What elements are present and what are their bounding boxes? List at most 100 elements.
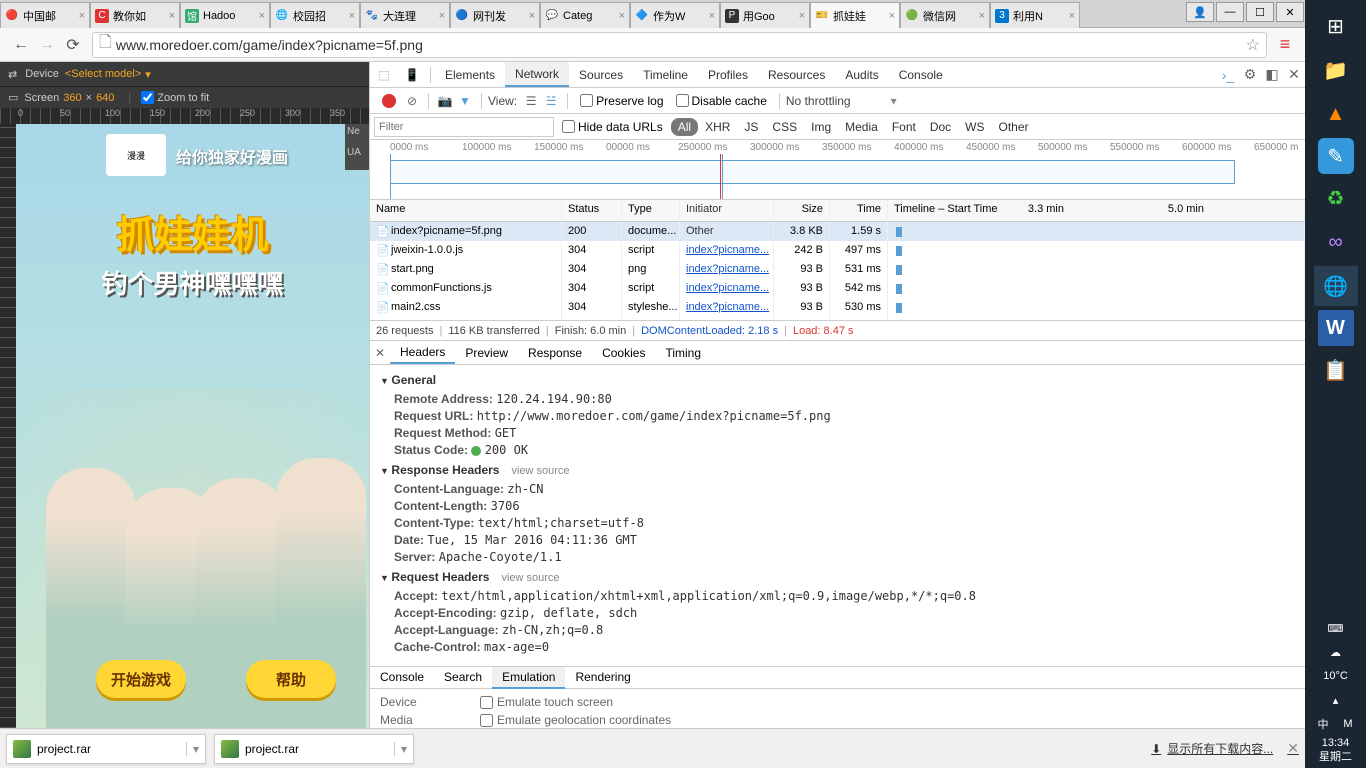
console-shortcut-icon[interactable]: ›_ <box>1217 64 1239 86</box>
close-button[interactable]: ✕ <box>1276 2 1304 22</box>
throttle-select[interactable]: No throttling <box>786 94 851 108</box>
filter-type-img[interactable]: Img <box>804 118 838 136</box>
devtools-tab-resources[interactable]: Resources <box>758 62 835 87</box>
timeline-overview[interactable]: 0000 ms100000 ms150000 ms00000 ms250000 … <box>370 140 1305 200</box>
show-all-downloads[interactable]: ⬇ 显示所有下载内容... ✕ <box>1151 740 1299 757</box>
filter-type-js[interactable]: JS <box>737 118 765 136</box>
wps-icon[interactable]: W <box>1318 310 1354 346</box>
hide-data-urls-checkbox[interactable]: Hide data URLs <box>562 120 663 134</box>
url-field[interactable]: 🗋 www.moredoer.com/game/index?picname=5f… <box>92 32 1267 58</box>
devtools-tab-profiles[interactable]: Profiles <box>698 62 758 87</box>
drawer-tab-rendering[interactable]: Rendering <box>565 667 640 688</box>
download-bar-close-icon[interactable]: ✕ <box>1287 740 1299 757</box>
dock-icon[interactable]: ◧ <box>1261 64 1283 86</box>
network-row[interactable]: 📄main2.css304styleshe...index?picname...… <box>370 298 1305 317</box>
browser-tab[interactable]: 🔷作为W× <box>630 2 720 28</box>
request-tab-timing[interactable]: Timing <box>655 341 711 364</box>
reload-button[interactable]: ⟳ <box>60 32 86 58</box>
drawer-tab-search[interactable]: Search <box>434 667 492 688</box>
swap-icon[interactable]: ⇄ <box>8 68 17 81</box>
filter-type-css[interactable]: CSS <box>765 118 804 136</box>
network-row[interactable]: 📄commonFunctions.js304scriptindex?picnam… <box>370 279 1305 298</box>
devtools-tab-console[interactable]: Console <box>889 62 953 87</box>
back-button[interactable]: ← <box>8 32 34 58</box>
chrome-icon[interactable]: 🌐 <box>1314 266 1358 306</box>
disable-cache-checkbox[interactable]: Disable cache <box>676 94 767 108</box>
camera-icon[interactable]: 📷 <box>435 94 455 108</box>
tab-close-icon[interactable]: × <box>709 10 715 22</box>
request-close-icon[interactable]: ✕ <box>370 346 390 360</box>
tab-close-icon[interactable]: × <box>349 10 355 22</box>
tab-close-icon[interactable]: × <box>79 10 85 22</box>
devtools-close-icon[interactable]: ✕ <box>1283 64 1305 86</box>
filter-type-doc[interactable]: Doc <box>923 118 958 136</box>
browser-tab[interactable]: 馆Hadoo× <box>180 2 270 28</box>
chrome-menu-icon[interactable]: ≡ <box>1273 33 1297 57</box>
drawer-tab-console[interactable]: Console <box>370 667 434 688</box>
weather-icon[interactable]: ☁ <box>1311 640 1361 664</box>
filter-type-xhr[interactable]: XHR <box>698 118 737 136</box>
col-status[interactable]: Status <box>562 200 622 221</box>
request-headers-section[interactable]: Request Headersview source <box>380 570 1295 584</box>
filter-type-other[interactable]: Other <box>992 118 1036 136</box>
screen-width[interactable]: 360 <box>63 92 81 104</box>
browser-tab[interactable]: 🐾大连理× <box>360 2 450 28</box>
view-source-link[interactable]: view source <box>511 465 569 477</box>
filter-type-all[interactable]: All <box>671 118 698 136</box>
browser-tab[interactable]: 🎫抓娃娃× <box>810 2 900 28</box>
filter-input[interactable] <box>374 117 554 137</box>
matlab-icon[interactable]: ▲ <box>1314 94 1358 134</box>
network-row[interactable]: 📄index.is304scriptindex?picname...93 B53… <box>370 317 1305 320</box>
recycle-icon[interactable]: ♻ <box>1314 178 1358 218</box>
request-tab-cookies[interactable]: Cookies <box>592 341 655 364</box>
emulate-touch-checkbox[interactable] <box>480 696 493 709</box>
devtools-tab-timeline[interactable]: Timeline <box>633 62 698 87</box>
download-item[interactable]: project.rar▾ <box>6 734 206 764</box>
start-button[interactable]: ⊞ <box>1314 6 1358 46</box>
maximize-button[interactable]: ☐ <box>1246 2 1274 22</box>
tab-close-icon[interactable]: × <box>439 10 445 22</box>
keyboard-icon[interactable]: ⌨ <box>1311 616 1361 640</box>
tab-close-icon[interactable]: × <box>799 10 805 22</box>
bookmark-icon[interactable]: ☆ <box>1246 35 1260 55</box>
browser-tab[interactable]: 🟢微信网× <box>900 2 990 28</box>
notes-icon[interactable]: 📋 <box>1314 350 1358 390</box>
inspect-icon[interactable]: ⬚ <box>374 65 394 85</box>
help-button[interactable]: 帮助 <box>246 660 336 698</box>
settings-icon[interactable]: ⚙ <box>1239 64 1261 86</box>
view-source-link[interactable]: view source <box>501 572 559 584</box>
record-button[interactable] <box>382 94 396 108</box>
clock[interactable]: 13:34 星期二 <box>1319 736 1352 764</box>
view-list-icon[interactable]: ☰ <box>521 94 541 108</box>
tab-close-icon[interactable]: × <box>979 10 985 22</box>
network-row[interactable]: 📄jweixin-1.0.0.js304scriptindex?picname.… <box>370 241 1305 260</box>
filter-type-font[interactable]: Font <box>885 118 923 136</box>
emulate-geo-checkbox[interactable] <box>480 714 493 727</box>
download-dropdown-icon[interactable]: ▾ <box>186 742 199 756</box>
browser-tab[interactable]: 🔵网刊发× <box>450 2 540 28</box>
col-timeline[interactable]: Timeline – Start Time 3.3 min 5.0 min <box>888 200 1305 221</box>
browser-tab[interactable]: P用Goo× <box>720 2 810 28</box>
view-large-icon[interactable]: ☱ <box>541 94 561 108</box>
ime-mode[interactable]: M <box>1336 712 1361 736</box>
preserve-log-checkbox[interactable]: Preserve log <box>580 94 663 108</box>
editor-icon[interactable]: ✎ <box>1318 138 1354 174</box>
browser-tab[interactable]: C教你如× <box>90 2 180 28</box>
tab-close-icon[interactable]: × <box>529 10 535 22</box>
clear-icon[interactable]: ⊘ <box>402 94 422 108</box>
browser-tab[interactable]: 🔴中国邮× <box>0 2 90 28</box>
devtools-tab-sources[interactable]: Sources <box>569 62 633 87</box>
drawer-tab-emulation[interactable]: Emulation <box>492 667 565 689</box>
vs-icon[interactable]: ∞ <box>1314 222 1358 262</box>
browser-tab[interactable]: 💬Categ× <box>540 2 630 28</box>
col-type[interactable]: Type <box>622 200 680 221</box>
download-item[interactable]: project.rar▾ <box>214 734 414 764</box>
col-size[interactable]: Size <box>774 200 830 221</box>
response-headers-section[interactable]: Response Headersview source <box>380 463 1295 477</box>
network-row[interactable]: 📄index?picname=5f.png200docume...Other3.… <box>370 222 1305 241</box>
tab-close-icon[interactable]: × <box>889 10 895 22</box>
tab-close-icon[interactable]: × <box>259 10 265 22</box>
request-tab-headers[interactable]: Headers <box>390 341 455 364</box>
app-icon[interactable]: 👤 <box>1186 2 1214 22</box>
device-model-select[interactable]: <Select model> <box>65 68 141 80</box>
